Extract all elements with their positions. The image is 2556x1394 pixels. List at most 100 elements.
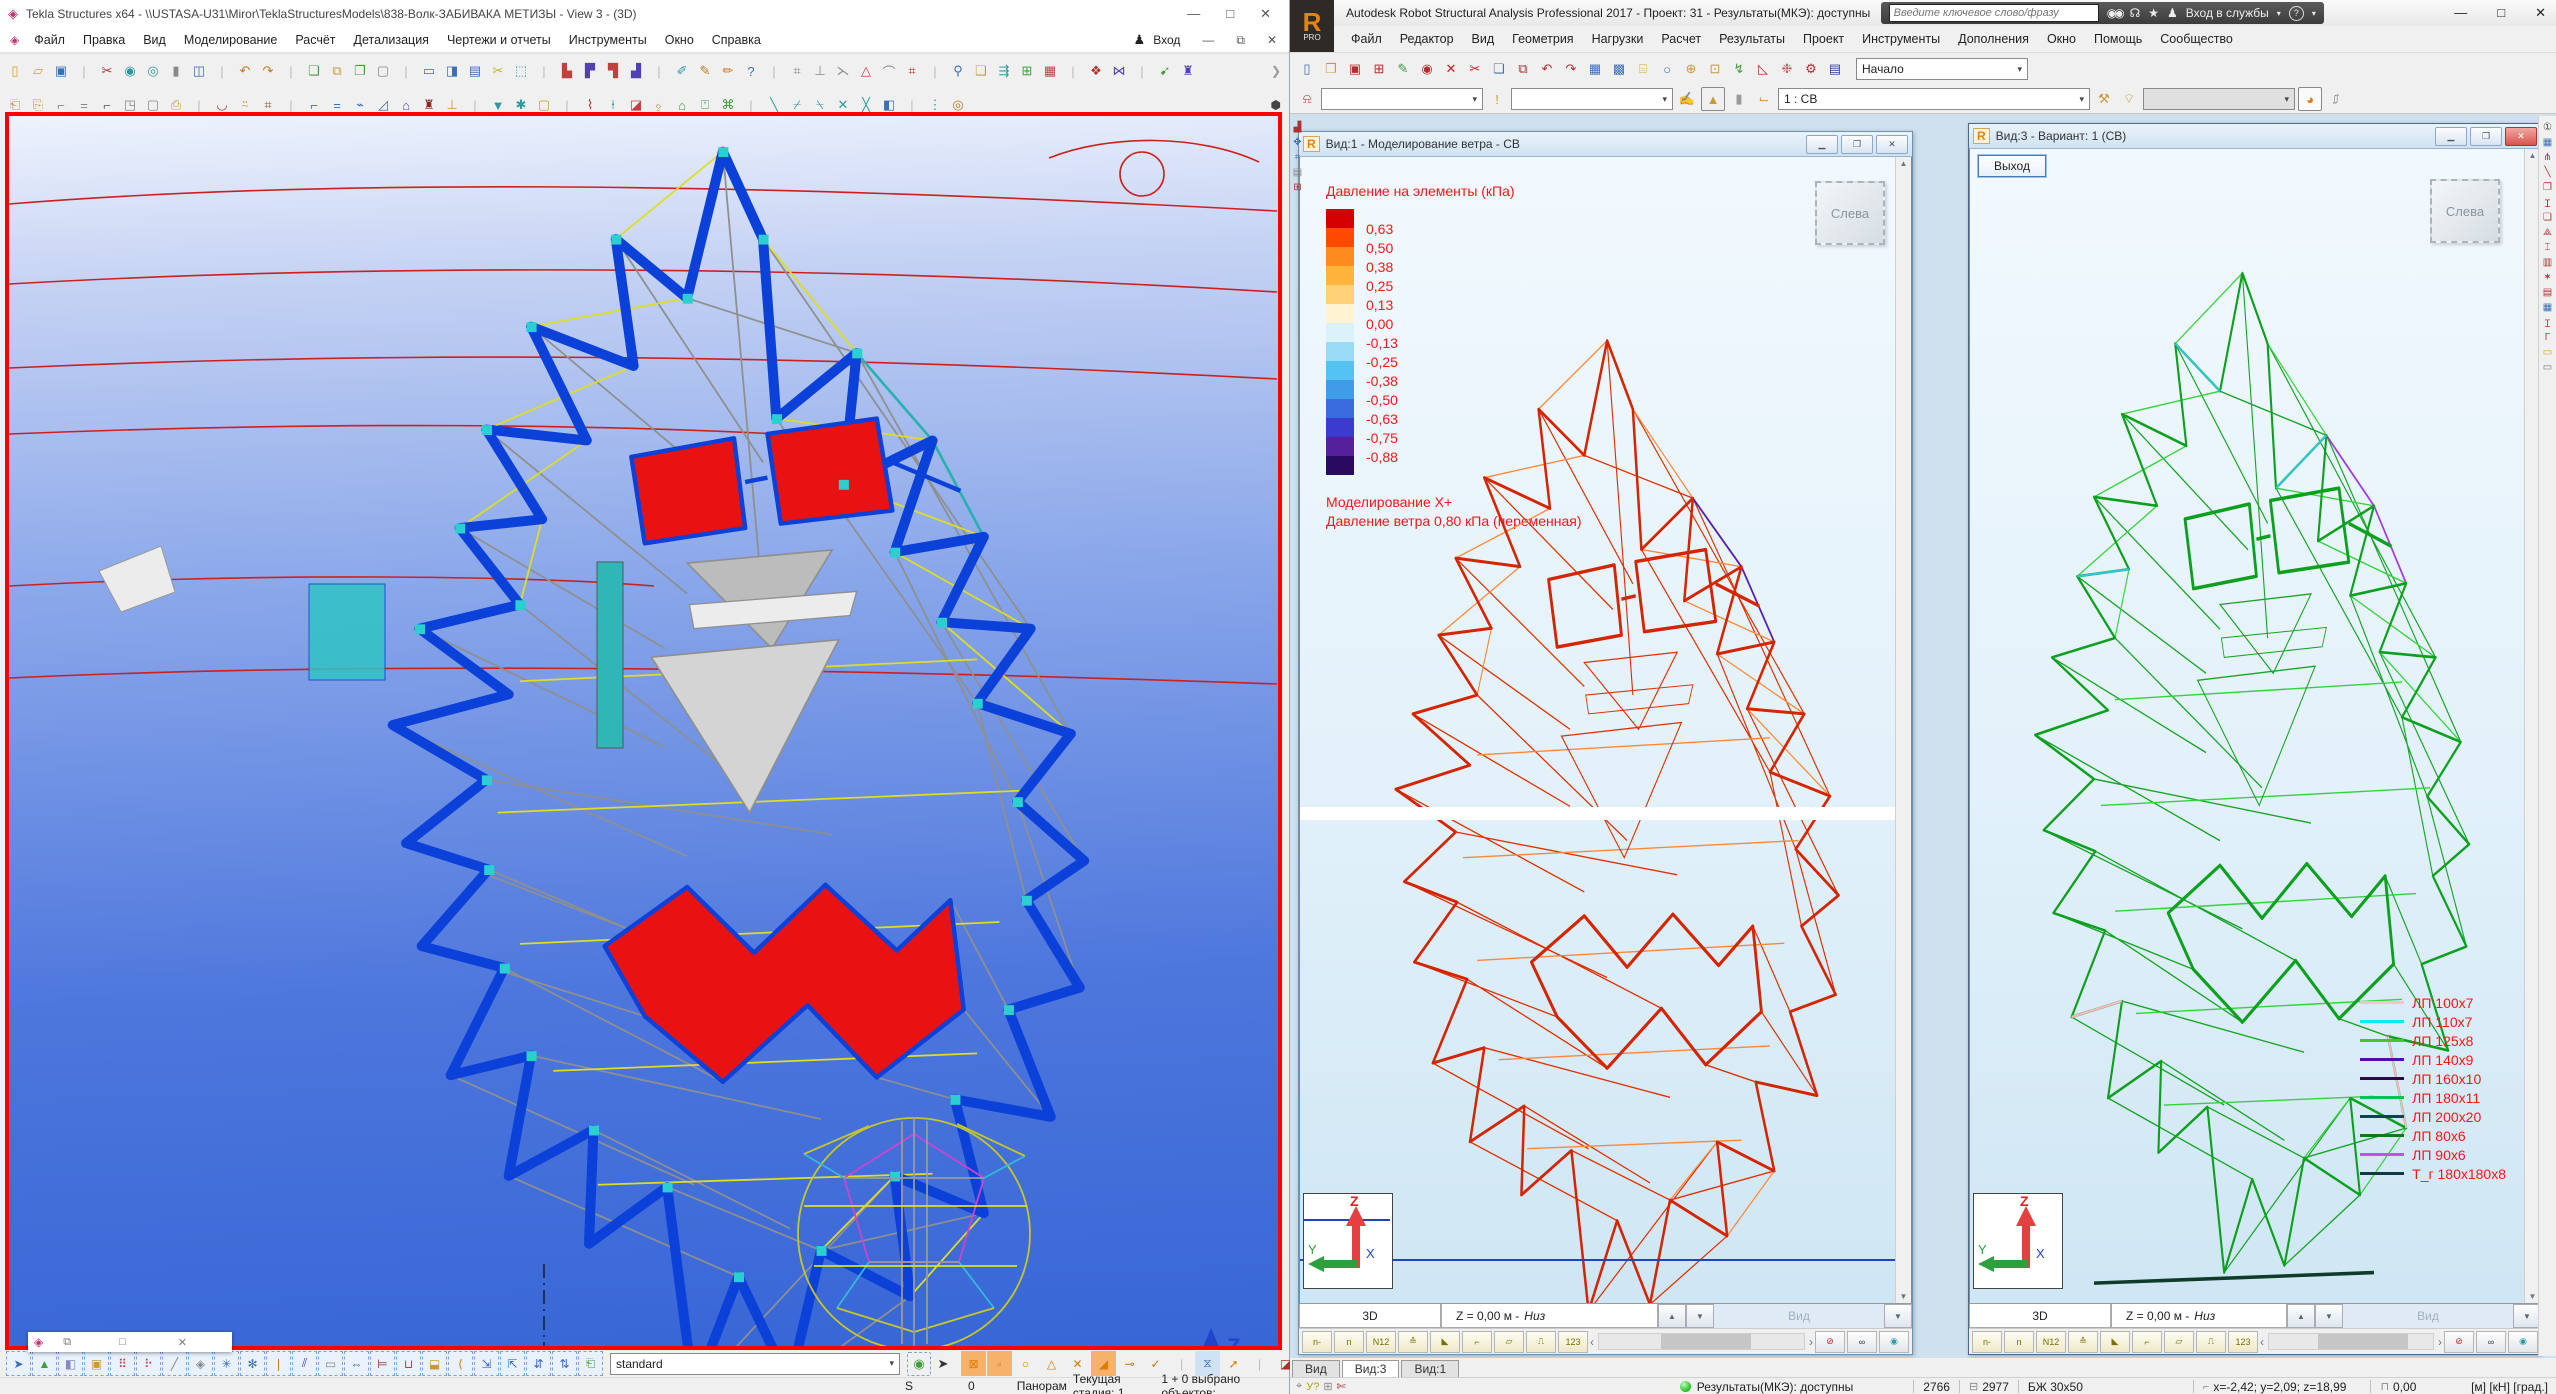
minimize-icon[interactable]: ▁ — [1806, 135, 1838, 154]
layout-combobox[interactable]: Начало▾ — [1856, 58, 2028, 80]
toolbar-icon[interactable]: ✂ — [96, 60, 118, 82]
toolbar-icon[interactable]: ↷ — [1560, 58, 1582, 80]
toolbar-icon[interactable]: ❐ — [1320, 58, 1342, 80]
view3-horizontal-scrollbar[interactable] — [2268, 1333, 2434, 1350]
node-query-icon[interactable]: У? — [1306, 1381, 1319, 1393]
signin-button[interactable]: Вход в службы — [2186, 6, 2269, 20]
star-icon[interactable]: ★ — [2148, 6, 2159, 20]
selection-toolbar-icon[interactable]: ⊔ — [396, 1351, 421, 1376]
robot-app-icon[interactable]: RPRO — [1290, 0, 1334, 52]
toolbar-icon[interactable]: ⊡ — [1704, 58, 1726, 80]
toolbar-icon[interactable]: ✂ — [1464, 58, 1486, 80]
display-option-icon[interactable]: ◣ — [1430, 1331, 1460, 1353]
structure-tool-icon[interactable]: ✶ — [2540, 270, 2555, 285]
menu-item[interactable]: Окно — [2038, 30, 2085, 48]
toolbar-icon[interactable]: ✏ — [717, 60, 739, 82]
toolbar-icon[interactable]: ◺ — [1752, 58, 1774, 80]
menu-item[interactable]: Дополнения — [1949, 30, 2038, 48]
exit-button[interactable]: Выход — [1978, 155, 2046, 177]
menu-item[interactable]: Нагрузки — [1583, 30, 1653, 48]
toolbar-icon[interactable]: ▣ — [1344, 58, 1366, 80]
display-option-icon[interactable]: ≙ — [1398, 1331, 1428, 1353]
toolbar-icon[interactable]: ▩ — [1608, 58, 1630, 80]
toolbar-icon[interactable]: | — [73, 60, 95, 82]
display-option-icon[interactable]: n- — [1972, 1331, 2002, 1353]
toolbar-icon[interactable]: | — [211, 60, 233, 82]
select-bars-icon[interactable]: ! — [1486, 88, 1508, 110]
toolbar-icon[interactable]: ✎ — [1392, 58, 1414, 80]
selection-toolbar-icon[interactable]: ✳ — [214, 1351, 239, 1376]
hand-icon[interactable]: ✍ — [1676, 88, 1698, 110]
menu-item[interactable]: Окно — [656, 31, 703, 49]
snap-icon[interactable]: △ — [1039, 1351, 1064, 1376]
display-option-icon[interactable]: ▱ — [2164, 1331, 2194, 1353]
structure-tool-icon[interactable]: Ｉ — [2540, 195, 2555, 210]
structure-tool-icon[interactable]: ▤ — [2540, 285, 2555, 300]
minimize-icon[interactable]: ▁ — [2435, 127, 2467, 146]
menu-item[interactable]: Правка — [74, 31, 134, 49]
snap-icon[interactable]: ⊠ — [961, 1351, 986, 1376]
scroll-left-icon[interactable]: ‹ — [1590, 1335, 1594, 1349]
render-globe-icon[interactable]: ◉ — [907, 1352, 931, 1376]
menu-item[interactable]: Моделирование — [175, 31, 287, 49]
scroll-down-icon[interactable]: ▼ — [1884, 1304, 1912, 1328]
toolbar-icon[interactable]: ▣ — [50, 60, 72, 82]
selection-toolbar-icon[interactable]: ⇲ — [474, 1351, 499, 1376]
view1-canvas[interactable]: Давление на элементы (кПа) 0,63 0,50 — [1299, 157, 1912, 1303]
toolbar-icon[interactable]: ▮ — [165, 60, 187, 82]
toolbar-overflow-chevron[interactable]: ❯ — [1271, 64, 1285, 78]
toolbar-icon[interactable]: ↯ — [1728, 58, 1750, 80]
toolbar-icon[interactable]: ⧉ — [326, 60, 348, 82]
toolbar-icon[interactable]: △ — [855, 60, 877, 82]
close-icon[interactable]: ✕ — [1260, 6, 1271, 22]
mode-select-icon[interactable]: ⌔ — [2118, 88, 2140, 110]
toolbar-icon[interactable]: ⚙ — [1800, 58, 1822, 80]
mini-close-icon[interactable]: ✕ — [178, 1336, 187, 1349]
case-select-icon[interactable]: ⚒ — [2093, 88, 2115, 110]
satellite-icon[interactable]: ☊ — [2130, 6, 2141, 20]
toolbar-icon[interactable]: ▦ — [1584, 58, 1606, 80]
menu-item[interactable]: Помощь — [2085, 30, 2151, 48]
level-down-button[interactable]: ▼ — [1686, 1304, 1714, 1328]
toolbar-icon[interactable]: ◨ — [441, 60, 463, 82]
selection-toolbar-icon[interactable]: ❘ — [266, 1351, 291, 1376]
structure-tool-icon[interactable]: ⌶ — [2540, 240, 2555, 255]
case-combobox[interactable]: 1 : СВ▾ — [1778, 88, 2090, 110]
infocenter-search-input[interactable] — [1889, 4, 2099, 22]
restore-icon[interactable]: ❐ — [2470, 127, 2502, 146]
viewcube-button[interactable]: Слева — [1815, 181, 1885, 245]
ribbon-minimize-icon[interactable]: — — [1202, 33, 1214, 47]
toolbar-icon[interactable]: ⊞ — [1016, 60, 1038, 82]
menu-item[interactable]: Инструменты — [1853, 30, 1949, 48]
menu-item[interactable]: Вид — [134, 31, 175, 49]
selection-toolbar-icon[interactable]: ◧ — [58, 1351, 83, 1376]
menu-item[interactable]: Проект — [1794, 30, 1853, 48]
diagram-icon[interactable]: ⎎ — [2325, 88, 2347, 110]
menu-item[interactable]: Файл — [25, 31, 74, 49]
binoculars-icon[interactable]: ◉◉ — [2107, 6, 2122, 20]
mode-3d-tab[interactable]: 3D — [1969, 1304, 2111, 1328]
toolbar-icon[interactable]: ❖ — [1085, 60, 1107, 82]
view3-titlebar[interactable]: R Вид:3 - Вариант: 1 (СВ) ▁ ❐ ✕ — [1969, 124, 2541, 149]
selection-toolbar-icon[interactable]: ⇅ — [552, 1351, 577, 1376]
display-option-icon[interactable]: 123 — [2228, 1331, 2258, 1353]
toolbar-icon[interactable]: | — [395, 60, 417, 82]
scroll-right-icon[interactable]: › — [1809, 1335, 1813, 1349]
toolbar-icon[interactable]: ❏ — [303, 60, 325, 82]
selection-toolbar-icon[interactable]: ⠿ — [110, 1351, 135, 1376]
toolbar-icon[interactable]: ↶ — [234, 60, 256, 82]
menu-item[interactable]: Геометрия — [1503, 30, 1582, 48]
view-toggle-icon[interactable]: ◉ — [1879, 1331, 1909, 1353]
toolbar-icon[interactable]: | — [280, 60, 302, 82]
toolbar-icon[interactable]: ↶ — [1536, 58, 1558, 80]
close-icon[interactable]: ✕ — [2535, 5, 2546, 21]
selection-toolbar-icon[interactable]: ⬓ — [422, 1351, 447, 1376]
toolbar-icon[interactable]: ⊥ — [809, 60, 831, 82]
toolbar-icon[interactable]: ⋈ — [1108, 60, 1130, 82]
display-option-icon[interactable]: N12 — [2036, 1331, 2066, 1353]
structure-tool-icon[interactable]: Γ — [2540, 330, 2555, 345]
dock-icon[interactable]: ✥ — [1290, 135, 1305, 150]
ribbon-restore-icon[interactable]: ⧉ — [1236, 33, 1245, 48]
mini-restore-icon[interactable]: ⧉ — [63, 1336, 71, 1349]
selection-toolbar-icon[interactable]: ⇵ — [526, 1351, 551, 1376]
